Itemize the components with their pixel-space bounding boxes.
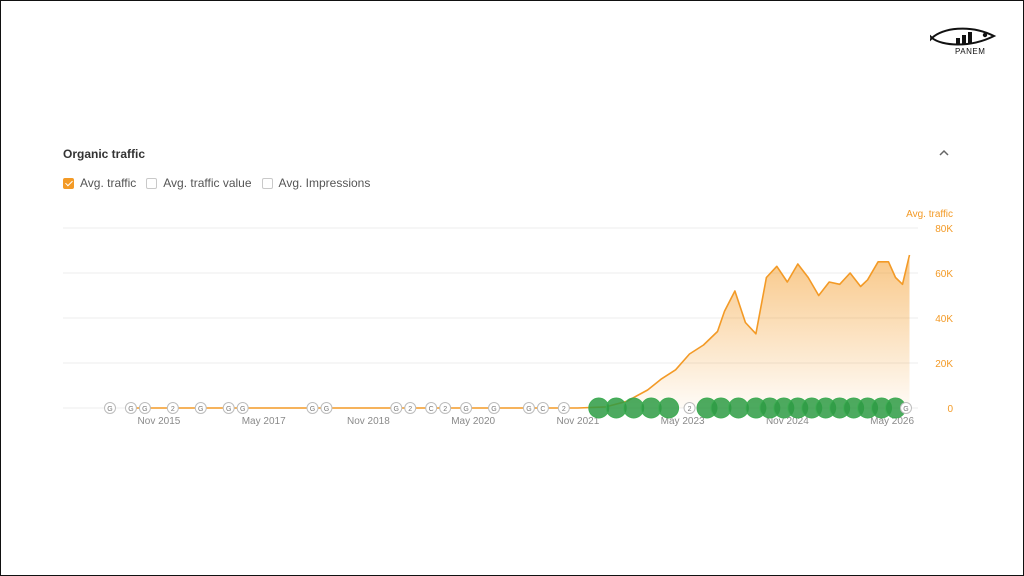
y-tick-label: 40K (935, 314, 953, 325)
chevron-up-icon[interactable] (937, 146, 951, 160)
event-marker-label: G (310, 406, 315, 413)
event-marker-label: G (463, 406, 468, 413)
checkbox-avg-traffic[interactable] (63, 177, 74, 189)
x-tick-label: Nov 2015 (138, 416, 181, 427)
event-marker-label: C (540, 406, 545, 413)
event-marker-label: G (903, 406, 908, 413)
toggle-avg-traffic[interactable]: Avg. traffic (63, 176, 136, 190)
x-tick-label: May 2017 (242, 416, 286, 427)
checkbox-avg-traffic-value[interactable] (146, 177, 158, 189)
event-marker-label: G (128, 406, 133, 413)
organic-traffic-chart: Avg. traffic 0 20K 40K 60K 80K Nov 2015 May 2… (63, 209, 953, 427)
event-marker-label: 2 (443, 406, 447, 413)
event-marker-label: 2 (688, 406, 692, 413)
traffic-area (577, 255, 910, 408)
y-axis-label: Avg. traffic (906, 209, 953, 220)
event-marker-label: G (240, 406, 245, 413)
checkbox-avg-impressions[interactable] (261, 177, 273, 189)
toggle-label: Avg. Impressions (278, 176, 371, 190)
card-title: Organic traffic (63, 147, 146, 161)
toggle-avg-traffic-value[interactable]: Avg. traffic value (146, 176, 252, 190)
event-marker-label: G (491, 406, 496, 413)
x-tick-label: May 2020 (451, 416, 495, 427)
event-marker[interactable] (658, 397, 680, 419)
event-marker-label: G (394, 406, 399, 413)
event-marker-label: 2 (562, 406, 566, 413)
event-marker-label: G (142, 406, 147, 413)
y-tick-label: 60K (935, 269, 953, 280)
toggle-label: Avg. traffic (80, 176, 137, 190)
x-tick-label: Nov 2018 (347, 416, 390, 427)
brand-name: PANEM (955, 47, 986, 56)
event-marker-label: 2 (171, 406, 175, 413)
y-tick-label: 20K (935, 359, 953, 370)
metric-toggles: Avg. traffic Avg. traffic value Avg. Imp… (63, 176, 370, 190)
event-marker-label: G (226, 406, 231, 413)
event-marker-label: G (107, 406, 112, 413)
y-tick-label: 0 (947, 404, 953, 415)
toggle-label: Avg. traffic value (163, 176, 252, 190)
y-tick-label: 80K (935, 224, 953, 235)
event-marker-label: C (429, 406, 434, 413)
x-tick-label: Nov 2021 (556, 416, 599, 427)
event-marker-label: G (198, 406, 203, 413)
event-marker-label: G (324, 406, 329, 413)
event-marker-label: 2 (408, 406, 412, 413)
toggle-avg-impressions[interactable]: Avg. Impressions (261, 176, 371, 190)
event-marker-label: G (526, 406, 531, 413)
